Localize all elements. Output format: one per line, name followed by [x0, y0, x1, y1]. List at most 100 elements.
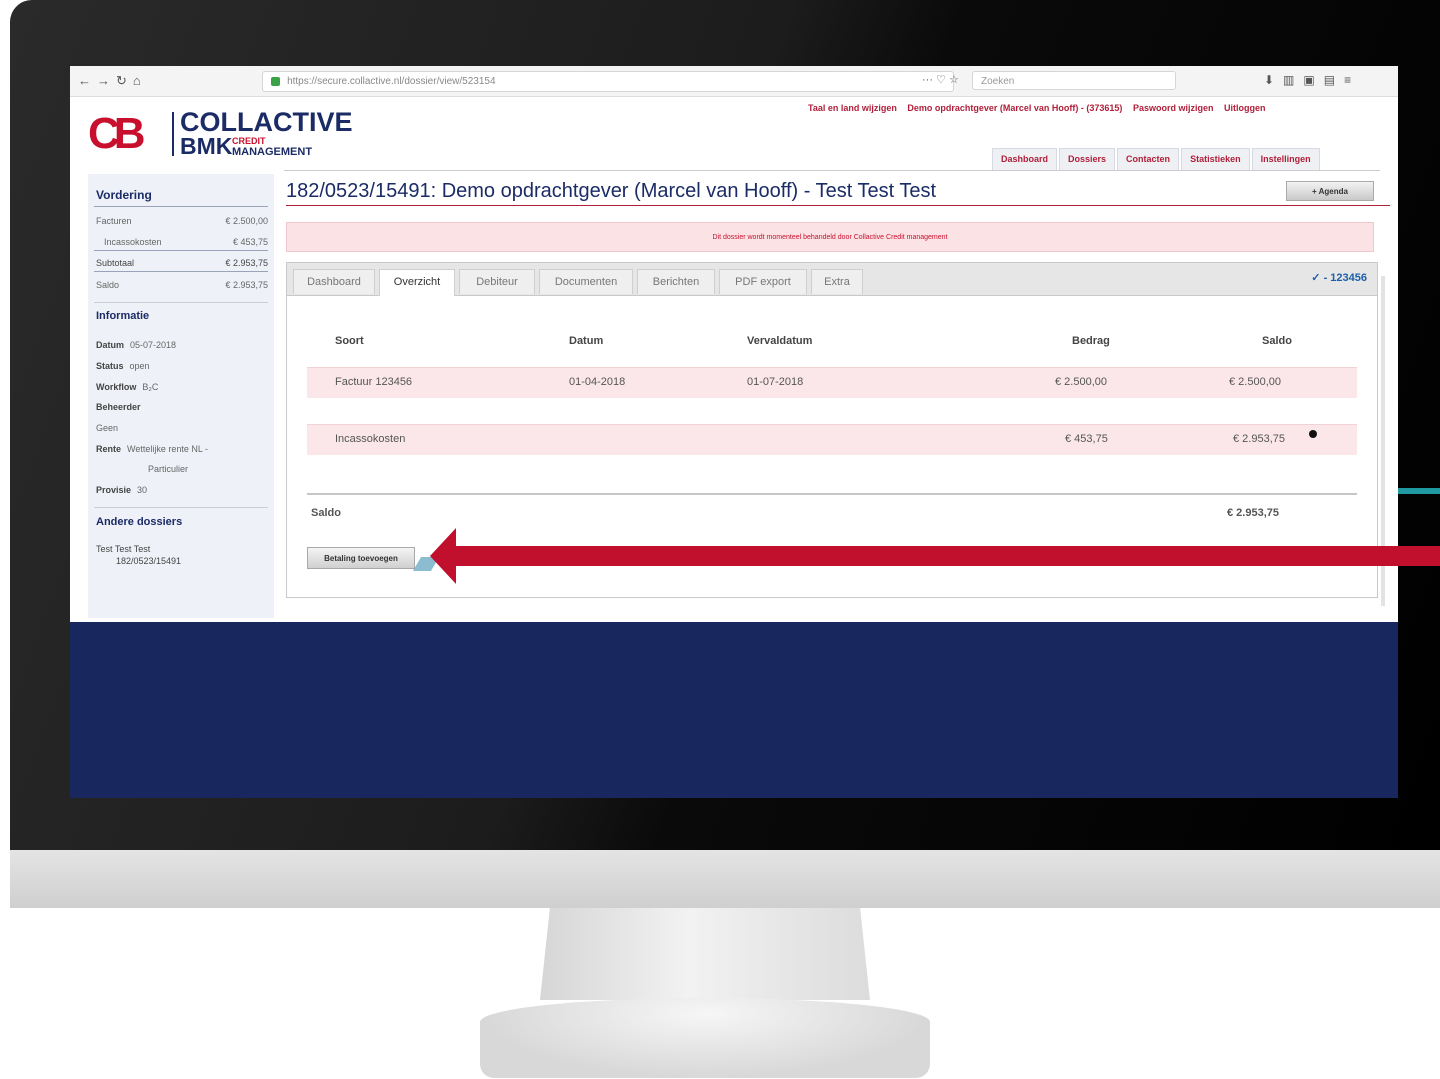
- nav-divider: [284, 170, 1380, 171]
- collactive-logo[interactable]: CB COLLACTIVE BMK CREDIT MANAGEMENT: [88, 108, 368, 160]
- info-datum: Datum 05-07-2018: [96, 340, 176, 350]
- tab-berichten[interactable]: Berichten: [637, 269, 715, 294]
- nav-dossiers[interactable]: Dossiers: [1059, 148, 1116, 171]
- sidebar-row-incasso: Incassokosten € 453,75: [104, 237, 268, 247]
- info-value: open: [129, 361, 150, 371]
- url-text: https://secure.collactive.nl/dossier/vie…: [287, 76, 496, 87]
- info-status: Status open: [96, 361, 150, 371]
- logo-mark: CB: [88, 109, 146, 158]
- sidebar-label: Facturen: [96, 216, 132, 226]
- bookmark-icons[interactable]: ··· ♡ ☆: [922, 73, 959, 86]
- tab-debiteur[interactable]: Debiteur: [459, 269, 535, 294]
- page-title: 182/0523/15491: Demo opdrachtgever (Marc…: [286, 180, 936, 202]
- sidebar-andere-title: Andere dossiers: [96, 516, 183, 528]
- column-header-bedrag: Bedrag: [1072, 335, 1110, 347]
- sidebar-row-subtotaal: Subtotaal € 2.953,75: [96, 258, 268, 268]
- column-header-saldo: Saldo: [1262, 335, 1292, 347]
- cell-saldo: € 2.500,00: [1229, 376, 1281, 388]
- sidebar-value: € 453,75: [232, 237, 268, 247]
- cell-datum: 01-04-2018: [569, 376, 626, 388]
- table-row[interactable]: Factuur 123456 01-04-2018 01-07-2018 € 2…: [307, 367, 1357, 398]
- decorative-stripe: [1398, 488, 1440, 494]
- info-label: Datum: [96, 340, 125, 350]
- info-workflow: Workflow B₂C: [96, 382, 158, 392]
- sidebar-value: € 2.953,75: [225, 280, 268, 290]
- info-label: Beheerder: [96, 402, 141, 412]
- monitor-stand-neck: [540, 908, 870, 1000]
- logo-text-2: BMK: [180, 133, 233, 159]
- column-header-datum: Datum: [569, 335, 604, 347]
- info-label: Provisie: [96, 485, 132, 495]
- info-value: B₂C: [142, 382, 159, 392]
- cell-bedrag: € 453,75: [1065, 433, 1108, 445]
- info-label: Workflow: [96, 382, 137, 392]
- info-label: Status: [96, 361, 124, 371]
- logo-text-1: COLLACTIVE: [180, 107, 353, 137]
- logo-divider: [172, 112, 174, 156]
- table-row[interactable]: Incassokosten € 453,75 € 2.953,75: [307, 424, 1357, 455]
- sidebar-rule: [94, 302, 268, 303]
- nav-dashboard[interactable]: Dashboard: [992, 148, 1058, 171]
- andere-dossier-name[interactable]: Test Test Test: [96, 544, 150, 554]
- logo-text-4: MANAGEMENT: [232, 146, 313, 158]
- info-value: 05-07-2018: [130, 340, 177, 350]
- sidebar-row-facturen: Facturen € 2.500,00: [96, 216, 268, 226]
- nav-contacten[interactable]: Contacten: [1117, 148, 1180, 171]
- info-provisie: Provisie 30: [96, 485, 147, 495]
- logo-text-3: CREDIT: [232, 136, 266, 146]
- monitor-chin: [10, 850, 1440, 908]
- browser-search-input[interactable]: Zoeken: [972, 71, 1176, 90]
- column-header-vervaldatum: Vervaldatum: [747, 335, 813, 347]
- url-bar[interactable]: https://secure.collactive.nl/dossier/vie…: [262, 71, 954, 92]
- sidebar-vordering-title: Vordering: [96, 188, 152, 202]
- info-label: Rente: [96, 444, 122, 454]
- nav-instellingen[interactable]: Instellingen: [1251, 148, 1320, 171]
- tab-dashboard[interactable]: Dashboard: [293, 269, 375, 294]
- sidebar-rule: [94, 206, 268, 207]
- saldo-total: € 2.953,75: [1227, 507, 1279, 519]
- toolbar-icons[interactable]: ⬇▥▣▤≡: [1264, 73, 1360, 87]
- sidebar-row-saldo: Saldo € 2.953,75: [96, 280, 268, 290]
- info-icon[interactable]: [1309, 430, 1317, 438]
- info-beheerder-value: Geen: [96, 423, 119, 433]
- link-change-password[interactable]: Paswoord wijzigen: [1133, 103, 1214, 113]
- status-notice: Dit dossier wordt momenteel behandeld do…: [286, 222, 1374, 252]
- sidebar-value: € 2.500,00: [225, 216, 268, 226]
- sidebar-rule: [94, 250, 268, 251]
- link-logout[interactable]: Uitloggen: [1224, 103, 1266, 113]
- link-change-language[interactable]: Taal en land wijzigen: [808, 103, 897, 113]
- tab-pdf-export[interactable]: PDF export: [719, 269, 807, 294]
- sidebar: Vordering Facturen € 2.500,00 Incassokost…: [88, 174, 274, 618]
- agenda-button[interactable]: + Agenda: [1286, 181, 1374, 201]
- title-underline: [286, 205, 1390, 206]
- info-value: 30: [137, 485, 148, 495]
- sidebar-informatie-title: Informatie: [96, 310, 150, 322]
- account-links: Taal en land wijzigen Demo opdrachtgever…: [808, 103, 1273, 113]
- saldo-label: Saldo: [311, 507, 341, 519]
- nav-statistieken[interactable]: Statistieken: [1181, 148, 1250, 171]
- sidebar-label: Saldo: [96, 280, 120, 290]
- browser-nav-icons[interactable]: ←→↻⌂: [78, 73, 147, 89]
- main-nav: Dashboard Dossiers Contacten Statistieke…: [992, 148, 1320, 171]
- tab-overzicht[interactable]: Overzicht: [379, 269, 455, 296]
- info-value: Wettelijke rente NL -: [127, 444, 209, 454]
- tab-documenten[interactable]: Documenten: [539, 269, 633, 294]
- cell-soort: Factuur 123456: [335, 376, 413, 388]
- add-payment-button[interactable]: Betaling toevoegen: [307, 547, 415, 569]
- dossier-reference-link[interactable]: ✓ - 123456: [1311, 271, 1367, 284]
- tab-extra[interactable]: Extra: [811, 269, 863, 294]
- cell-bedrag: € 2.500,00: [1055, 376, 1107, 388]
- cell-soort: Incassokosten: [335, 433, 406, 445]
- info-rente: Rente Wettelijke rente NL -: [96, 444, 208, 454]
- sidebar-rule: [94, 507, 268, 508]
- andere-dossier-id[interactable]: 182/0523/15491: [116, 556, 181, 566]
- sidebar-label: Subtotaal: [96, 258, 135, 268]
- info-beheerder: Beheerder: [96, 402, 147, 412]
- lock-icon: [271, 77, 280, 86]
- tab-strip: Dashboard Overzicht Debiteur Documenten …: [287, 263, 1377, 296]
- cell-saldo: € 2.953,75: [1233, 433, 1285, 445]
- browser-toolbar: ←→↻⌂ https://secure.collactive.nl/dossie…: [70, 66, 1398, 97]
- sidebar-rule: [94, 271, 268, 272]
- link-account[interactable]: Demo opdrachtgever (Marcel van Hooff) - …: [907, 103, 1122, 113]
- info-rente-2: Particulier: [148, 464, 189, 474]
